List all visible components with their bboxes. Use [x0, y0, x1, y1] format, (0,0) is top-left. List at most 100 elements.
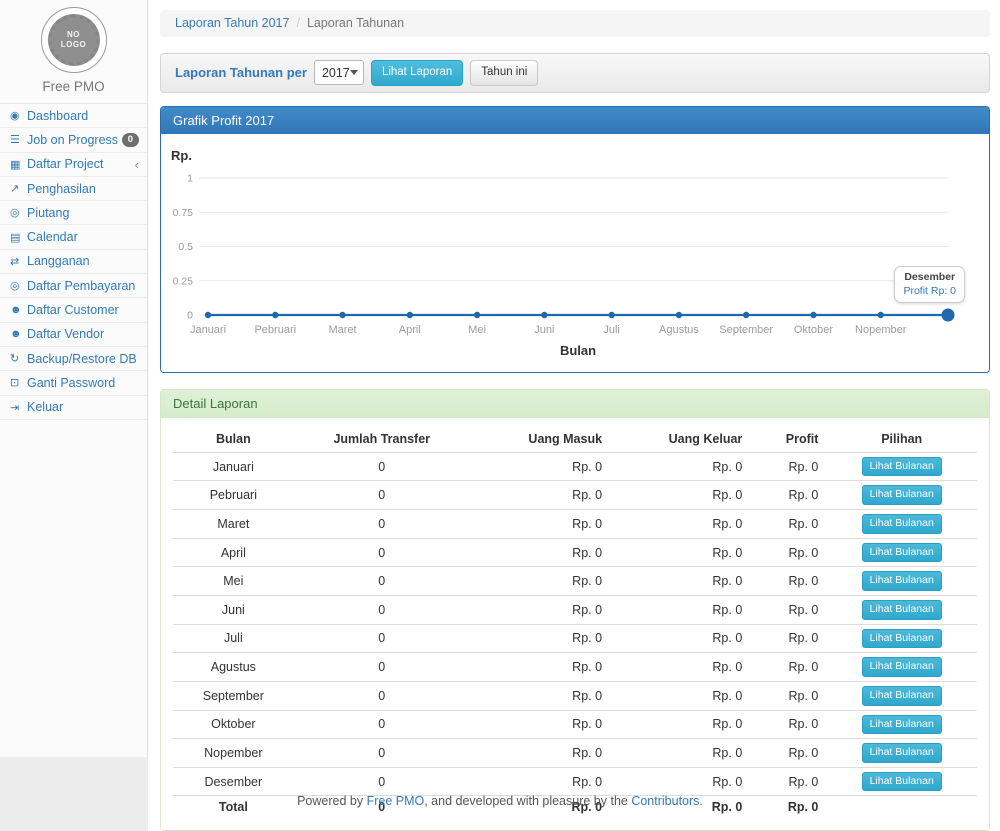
- uang_keluar-cell: Rp. 0: [610, 481, 750, 510]
- profit-cell: Rp. 0: [750, 538, 826, 567]
- profit-cell: Rp. 0: [750, 452, 826, 481]
- sidebar-item-langganan[interactable]: ⇄Langganan: [0, 250, 147, 274]
- action-cell: Lihat Bulanan: [826, 653, 977, 682]
- bulan-cell: April: [173, 538, 294, 567]
- sidebar-item-label: Keluar: [27, 400, 63, 414]
- action-cell: Lihat Bulanan: [826, 681, 977, 710]
- action-cell: Lihat Bulanan: [826, 481, 977, 510]
- svg-text:0.25: 0.25: [173, 275, 194, 287]
- bulan-cell: Nopember: [173, 739, 294, 768]
- sidebar-item-label: Calendar: [27, 230, 78, 244]
- profit-cell: Rp. 0: [750, 596, 826, 625]
- tooltip-month: Desember: [903, 271, 956, 283]
- bulan-cell: Pebruari: [173, 481, 294, 510]
- column-header-bulan: Bulan: [173, 426, 294, 453]
- lihat-laporan-button[interactable]: Lihat Laporan: [371, 60, 463, 86]
- lihat-bulanan-button[interactable]: Lihat Bulanan: [862, 457, 942, 477]
- column-header-jumlah-transfer: Jumlah Transfer: [294, 426, 470, 453]
- detail-panel: Detail Laporan BulanJumlah TransferUang …: [160, 389, 990, 831]
- lihat-bulanan-button[interactable]: Lihat Bulanan: [862, 686, 942, 706]
- lihat-bulanan-button[interactable]: Lihat Bulanan: [862, 657, 942, 677]
- bulan-cell: Juni: [173, 596, 294, 625]
- svg-text:Nopember: Nopember: [855, 324, 907, 336]
- year-select[interactable]: 2017: [314, 60, 364, 85]
- lihat-bulanan-button[interactable]: Lihat Bulanan: [862, 600, 942, 620]
- sidebar-item-backup-restore-db[interactable]: ↻Backup/Restore DB: [0, 347, 147, 371]
- uang_masuk-cell: Rp. 0: [470, 739, 610, 768]
- uang_masuk-cell: Rp. 0: [470, 596, 610, 625]
- sidebar-item-daftar-pembayaran[interactable]: ◎Daftar Pembayaran: [0, 274, 147, 298]
- svg-text:Juli: Juli: [603, 324, 620, 336]
- profit-cell: Rp. 0: [750, 481, 826, 510]
- sidebar-item-daftar-vendor[interactable]: ☻Daftar Vendor: [0, 323, 147, 347]
- sidebar-item-penghasilan[interactable]: ↗Penghasilan: [0, 177, 147, 201]
- breadcrumb: Laporan Tahun 2017 / Laporan Tahunan: [160, 10, 990, 37]
- caret-down-icon: [350, 70, 358, 75]
- lihat-bulanan-button[interactable]: Lihat Bulanan: [862, 485, 942, 505]
- sidebar-item-label: Daftar Vendor: [27, 327, 104, 341]
- sign-out-icon: ⇥: [10, 401, 27, 414]
- action-cell: Lihat Bulanan: [826, 538, 977, 567]
- detail-panel-body: BulanJumlah TransferUang MasukUang Kelua…: [161, 418, 989, 831]
- sidebar-item-calendar[interactable]: ▤Calendar: [0, 225, 147, 249]
- users-icon: ☻: [10, 304, 27, 316]
- contributors-link[interactable]: Contributors: [631, 794, 699, 808]
- sidebar-item-label: Dashboard: [27, 109, 88, 123]
- profit-cell: Rp. 0: [750, 567, 826, 596]
- sidebar-item-keluar[interactable]: ⇥Keluar: [0, 396, 147, 420]
- sidebar-item-ganti-password[interactable]: ⊡Ganti Password: [0, 371, 147, 395]
- profit-chart: 10.750.50.250Rp.JanuariPebruariMaretApri…: [161, 134, 989, 372]
- lihat-bulanan-button[interactable]: Lihat Bulanan: [862, 543, 942, 563]
- free-pmo-link[interactable]: Free PMO: [367, 794, 425, 808]
- lihat-bulanan-button[interactable]: Lihat Bulanan: [862, 715, 942, 735]
- breadcrumb-link[interactable]: Laporan Tahun 2017: [175, 16, 289, 30]
- profit-cell: Rp. 0: [750, 767, 826, 796]
- uang_keluar-cell: Rp. 0: [610, 567, 750, 596]
- svg-text:Maret: Maret: [328, 324, 356, 336]
- jumlah_transfer-cell: 0: [294, 653, 470, 682]
- jumlah_transfer-cell: 0: [294, 452, 470, 481]
- sidebar-item-daftar-customer[interactable]: ☻Daftar Customer: [0, 298, 147, 322]
- sidebar-item-job-on-progress[interactable]: ☰Job on Progress0: [0, 128, 147, 152]
- table-row-september: September0Rp. 0Rp. 0Rp. 0Lihat Bulanan: [173, 681, 977, 710]
- detail-panel-title: Detail Laporan: [161, 390, 989, 418]
- svg-text:Juni: Juni: [534, 324, 554, 336]
- retweet-icon: ⇄: [10, 255, 27, 268]
- uang_keluar-cell: Rp. 0: [610, 710, 750, 739]
- profit-cell: Rp. 0: [750, 710, 826, 739]
- column-header-uang-keluar: Uang Keluar: [610, 426, 750, 453]
- lihat-bulanan-button[interactable]: Lihat Bulanan: [862, 514, 942, 534]
- chart-panel: Grafik Profit 2017 10.750.50.250Rp.Janua…: [160, 106, 990, 373]
- svg-text:Bulan: Bulan: [560, 343, 596, 358]
- app: NO LOGO Free PMO ◉Dashboard☰Job on Progr…: [0, 0, 1000, 783]
- profit-cell: Rp. 0: [750, 681, 826, 710]
- jumlah_transfer-cell: 0: [294, 710, 470, 739]
- lihat-bulanan-button[interactable]: Lihat Bulanan: [862, 571, 942, 591]
- chart-panel-title: Grafik Profit 2017: [161, 107, 989, 134]
- table-row-oktober: Oktober0Rp. 0Rp. 0Rp. 0Lihat Bulanan: [173, 710, 977, 739]
- sidebar-item-dashboard[interactable]: ◉Dashboard: [0, 104, 147, 128]
- report-table: BulanJumlah TransferUang MasukUang Kelua…: [173, 426, 977, 819]
- column-header-profit: Profit: [750, 426, 826, 453]
- breadcrumb-current: Laporan Tahunan: [307, 16, 404, 30]
- bulan-cell: Mei: [173, 567, 294, 596]
- jumlah_transfer-cell: 0: [294, 538, 470, 567]
- sidebar-item-label: Daftar Customer: [27, 303, 119, 317]
- sidebar-item-label: Ganti Password: [27, 376, 115, 390]
- uang_keluar-cell: Rp. 0: [610, 596, 750, 625]
- lock-icon: ⊡: [10, 376, 27, 389]
- sidebar-item-daftar-project[interactable]: ▦Daftar Project‹: [0, 153, 147, 177]
- bulan-cell: Januari: [173, 452, 294, 481]
- lihat-bulanan-button[interactable]: Lihat Bulanan: [862, 629, 942, 649]
- tahun-ini-button[interactable]: Tahun ini: [470, 60, 538, 86]
- lihat-bulanan-button[interactable]: Lihat Bulanan: [862, 743, 942, 763]
- svg-text:0.5: 0.5: [178, 241, 193, 253]
- logo-text: NO LOGO: [61, 30, 87, 50]
- total-bulan-cell: Total: [173, 796, 294, 819]
- breadcrumb-separator: /: [296, 16, 299, 30]
- action-cell: Lihat Bulanan: [826, 767, 977, 796]
- chart-tooltip: Desember Profit Rp: 0: [894, 266, 965, 303]
- sidebar-item-piutang[interactable]: ◎Piutang: [0, 201, 147, 225]
- count-badge: 0: [122, 133, 139, 147]
- lihat-bulanan-button[interactable]: Lihat Bulanan: [862, 772, 942, 792]
